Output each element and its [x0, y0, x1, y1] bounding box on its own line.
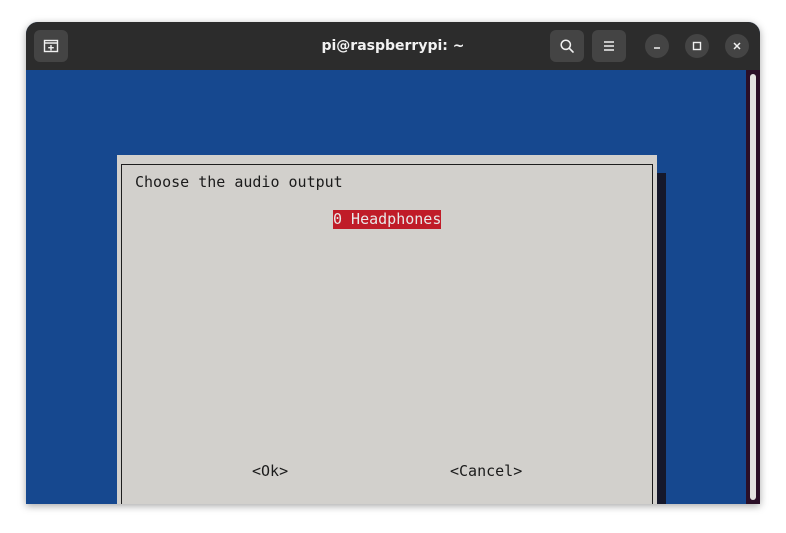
maximize-button[interactable]: [685, 34, 709, 58]
title-bar[interactable]: pi@raspberrypi: ~: [26, 22, 760, 70]
close-button[interactable]: [725, 34, 749, 58]
menu-button[interactable]: [592, 30, 626, 62]
hamburger-menu-icon: [604, 41, 614, 51]
ok-button[interactable]: <Ok>: [252, 462, 288, 480]
search-button[interactable]: [550, 30, 584, 62]
terminal-area[interactable]: Choose the audio output 0 Headphones <Ok…: [26, 70, 760, 504]
cancel-button[interactable]: <Cancel>: [450, 462, 522, 480]
scrollbar[interactable]: [746, 70, 760, 504]
minimize-button[interactable]: [645, 34, 669, 58]
scrollbar-thumb[interactable]: [750, 74, 756, 500]
new-tab-button[interactable]: [34, 30, 68, 62]
close-icon: [733, 42, 741, 50]
option-headphones[interactable]: 0 Headphones: [333, 210, 442, 229]
search-icon: [560, 39, 574, 53]
audio-output-dialog: Choose the audio output 0 Headphones <Ok…: [117, 155, 657, 504]
terminal-window: pi@raspberrypi: ~ Choose the audio outpu…: [26, 22, 760, 504]
maximize-icon: [692, 41, 702, 51]
minimize-icon: [654, 47, 660, 49]
dialog-prompt: Choose the audio output: [135, 173, 343, 191]
new-tab-icon: [43, 39, 59, 53]
